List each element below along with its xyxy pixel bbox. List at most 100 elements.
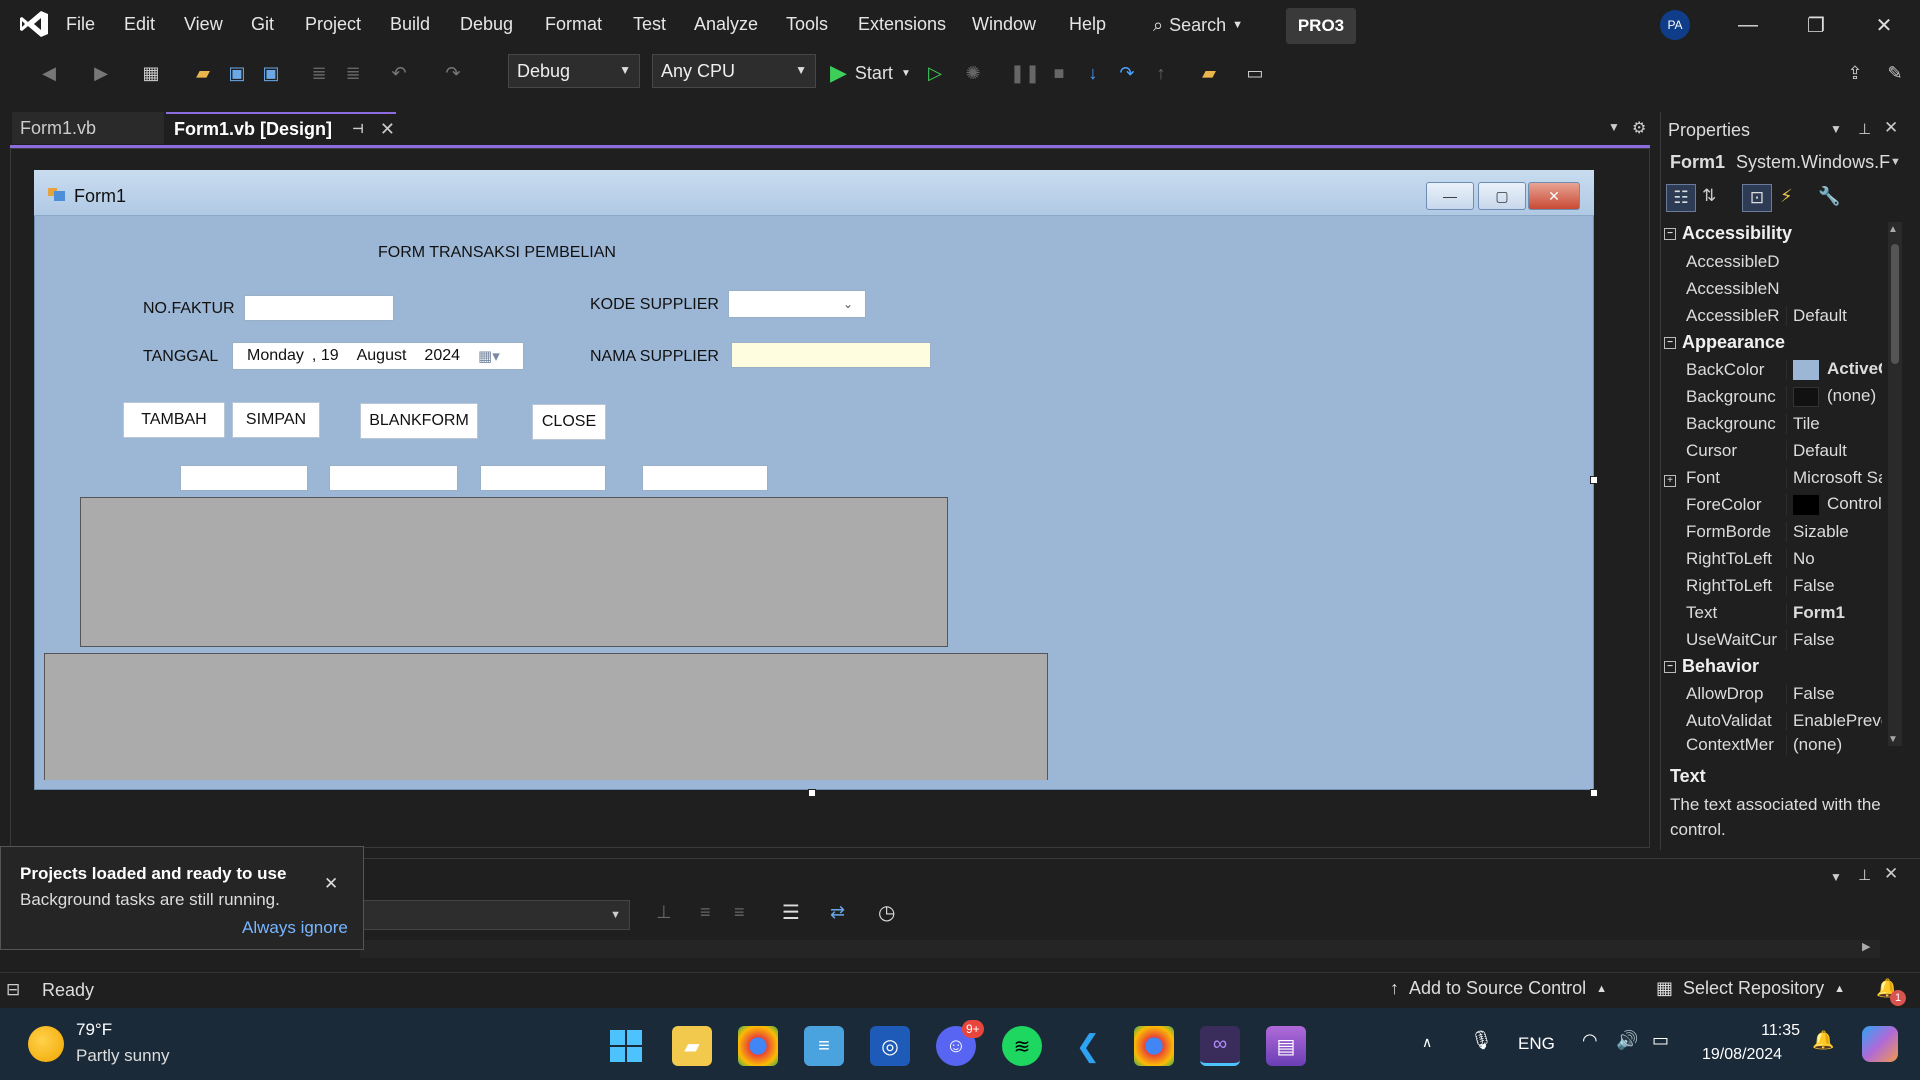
restore-icon[interactable]: ❐: [1796, 10, 1836, 40]
chrome-icon[interactable]: [738, 1026, 778, 1066]
pin-icon[interactable]: ⊥: [1858, 120, 1871, 138]
chrome-profile-icon[interactable]: [1134, 1026, 1174, 1066]
prop-row[interactable]: AllowDrop False: [1662, 680, 1882, 707]
detail-input-2[interactable]: [329, 465, 458, 491]
solution-name-badge[interactable]: PRO3: [1286, 8, 1356, 44]
save-icon[interactable]: ▣: [224, 60, 250, 86]
word-wrap-icon[interactable]: ⇄: [830, 902, 845, 923]
volume-icon[interactable]: 🔊: [1616, 1030, 1638, 1051]
pin-icon[interactable]: ⊣: [352, 121, 364, 137]
visual-studio-taskbar-icon[interactable]: ∞: [1200, 1026, 1240, 1066]
menu-analyze[interactable]: Analyze: [694, 14, 758, 35]
weather-desc[interactable]: Partly sunny: [76, 1046, 170, 1066]
microphone-icon[interactable]: 🎙: [1470, 1030, 1493, 1051]
stop-icon[interactable]: ■: [1046, 60, 1072, 86]
menu-format[interactable]: Format: [545, 14, 602, 35]
category-accessibility[interactable]: − Accessibility: [1664, 220, 1884, 247]
detail-input-1[interactable]: [180, 465, 308, 491]
nama-supplier-input[interactable]: [731, 342, 931, 368]
prop-row[interactable]: FormBorde Sizable: [1662, 518, 1882, 545]
chevron-up-icon[interactable]: ∧: [1422, 1034, 1432, 1051]
close-icon[interactable]: ✕: [380, 119, 395, 140]
resize-handle-corner[interactable]: [1590, 789, 1598, 797]
vscode-icon[interactable]: ❮: [1068, 1026, 1108, 1066]
forward-icon[interactable]: ▶: [88, 60, 114, 86]
undo-icon[interactable]: ↶: [386, 60, 412, 86]
platform-select[interactable]: Any CPU ▼: [652, 54, 816, 88]
prop-row[interactable]: Cursor Default: [1662, 437, 1882, 464]
expand-icon[interactable]: +: [1664, 468, 1676, 488]
search-button[interactable]: ⌕ Search ▼: [1153, 10, 1243, 40]
detail-input-3[interactable]: [480, 465, 606, 491]
no-faktur-input[interactable]: [244, 295, 394, 321]
menu-file[interactable]: File: [66, 14, 95, 35]
gear-icon[interactable]: ⚙: [1632, 118, 1646, 138]
new-project-icon[interactable]: ▦: [138, 60, 164, 86]
step-out-icon[interactable]: ↑: [1148, 60, 1174, 86]
menu-help[interactable]: Help: [1069, 14, 1106, 35]
close-icon[interactable]: ✕: [1864, 10, 1904, 40]
scroll-down-icon[interactable]: ▼: [1888, 734, 1898, 745]
back-icon[interactable]: ◀: [36, 60, 62, 86]
category-appearance[interactable]: − Appearance: [1664, 329, 1884, 356]
step-into-icon[interactable]: ↓: [1080, 60, 1106, 86]
language-indicator[interactable]: ENG: [1518, 1034, 1555, 1054]
step-over-icon[interactable]: ↷: [1114, 60, 1140, 86]
prop-row[interactable]: AccessibleR Default: [1662, 302, 1882, 329]
clear-all-icon[interactable]: ☰: [782, 900, 800, 925]
prop-row[interactable]: AccessibleD: [1662, 248, 1882, 275]
menu-test[interactable]: Test: [633, 14, 666, 35]
find-message-icon[interactable]: ⊥: [656, 902, 672, 923]
clock-date[interactable]: 19/08/2024: [1702, 1046, 1782, 1064]
next-message-icon[interactable]: ≡: [734, 902, 745, 923]
prop-row[interactable]: RightToLeft No: [1662, 545, 1882, 572]
configuration-select[interactable]: Debug ▼: [508, 54, 640, 88]
close-button[interactable]: CLOSE: [532, 404, 606, 440]
start-button[interactable]: ▶ Start ▼: [830, 58, 911, 88]
chevron-down-icon[interactable]: ▼: [1830, 122, 1842, 136]
menu-extensions[interactable]: Extensions: [858, 14, 946, 35]
menu-build[interactable]: Build: [390, 14, 430, 35]
prop-row[interactable]: Backgrounc (none): [1662, 383, 1882, 410]
always-ignore-link[interactable]: Always ignore: [242, 918, 348, 938]
notepad-icon[interactable]: ≡: [804, 1026, 844, 1066]
comment-icon[interactable]: ≣: [306, 60, 332, 86]
scroll-right-icon[interactable]: ▶: [1862, 940, 1870, 953]
previous-message-icon[interactable]: ≡: [700, 902, 711, 923]
windows-start-icon[interactable]: [606, 1026, 646, 1066]
close-icon[interactable]: ✕: [1884, 118, 1898, 138]
blankform-button[interactable]: BLANKFORM: [360, 403, 478, 439]
wrench-icon[interactable]: 🔧: [1818, 186, 1840, 207]
spotify-icon[interactable]: ≋: [1002, 1026, 1042, 1066]
output-icon[interactable]: ⊟: [6, 980, 20, 1000]
tanggal-date-picker[interactable]: Monday , 19 August 2024 ▦▾: [232, 342, 524, 370]
resize-handle-right[interactable]: [1590, 476, 1598, 484]
tab-form1-design[interactable]: Form1.vb [Design] ⊣ ✕: [166, 112, 396, 144]
properties-scrollbar[interactable]: [1888, 222, 1902, 746]
data-grid-view-1[interactable]: [80, 497, 948, 647]
chevron-down-icon[interactable]: ▼: [1890, 156, 1901, 168]
kode-supplier-select[interactable]: ⌄: [728, 290, 866, 318]
data-grid-view-2[interactable]: [44, 653, 1048, 780]
prop-row[interactable]: ContextMer (none): [1662, 734, 1882, 756]
prop-row[interactable]: AccessibleN: [1662, 275, 1882, 302]
file-explorer-icon[interactable]: ▰: [672, 1026, 712, 1066]
properties-view-icon[interactable]: ⊡: [1742, 184, 1772, 212]
categorized-icon[interactable]: ☷: [1666, 184, 1696, 212]
wifi-icon[interactable]: ◠: [1582, 1030, 1598, 1051]
layout-icon[interactable]: ▭: [1242, 60, 1268, 86]
pause-icon[interactable]: ❚❚: [1010, 60, 1040, 86]
menu-git[interactable]: Git: [251, 14, 274, 35]
prop-row[interactable]: RightToLeft False: [1662, 572, 1882, 599]
clock-icon[interactable]: ◷: [878, 900, 895, 925]
output-source-select[interactable]: ▼: [360, 900, 630, 930]
tab-overflow-icon[interactable]: ▼: [1608, 120, 1620, 134]
form-maximize-button[interactable]: ▢: [1478, 182, 1526, 210]
menu-view[interactable]: View: [184, 14, 223, 35]
scroll-up-icon[interactable]: ▲: [1888, 224, 1898, 235]
menu-tools[interactable]: Tools: [786, 14, 828, 35]
form-close-button[interactable]: ✕: [1528, 182, 1580, 210]
battery-icon[interactable]: ▭: [1652, 1030, 1669, 1051]
prop-row[interactable]: ForeColor Control: [1662, 491, 1882, 518]
chevron-down-icon[interactable]: ▼: [1830, 870, 1842, 884]
